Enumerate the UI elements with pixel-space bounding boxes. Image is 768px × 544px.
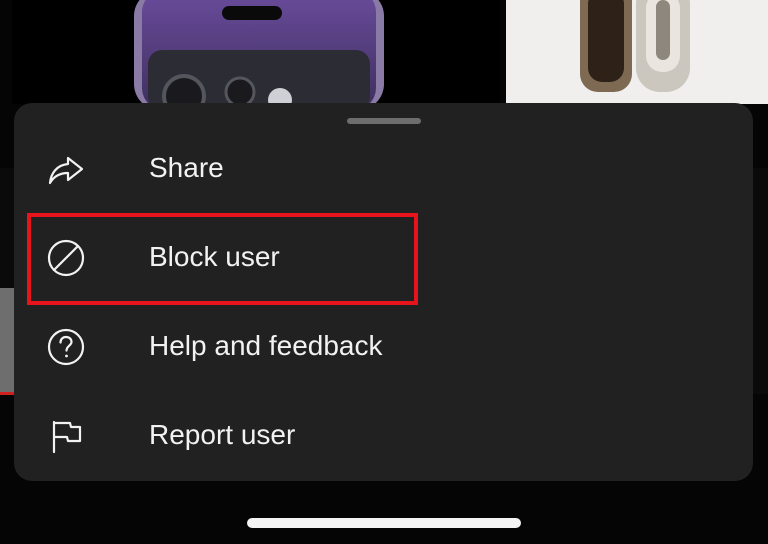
menu-item-label: Block user	[149, 241, 280, 272]
block-icon	[46, 238, 86, 278]
product-thumbnail-watch[interactable]	[506, 0, 768, 104]
watch-product-image	[580, 0, 690, 92]
phone-product-image	[134, 0, 384, 118]
options-bottom-sheet: Share Block user Help and feedback Repor…	[14, 103, 753, 481]
flag-icon	[46, 416, 86, 456]
menu-item-block-user[interactable]: Block user	[14, 214, 753, 300]
menu-item-label: Help and feedback	[149, 330, 383, 361]
menu-item-help-feedback[interactable]: Help and feedback	[14, 303, 753, 389]
screen: Share Block user Help and feedback Repor…	[0, 0, 768, 544]
share-icon	[46, 149, 86, 189]
home-indicator[interactable]	[247, 518, 521, 528]
menu-item-label: Share	[149, 152, 224, 183]
help-icon	[46, 327, 86, 367]
menu-item-label: Report user	[149, 419, 296, 450]
menu-item-share[interactable]: Share	[14, 125, 753, 211]
product-thumbnail-phone[interactable]	[12, 0, 500, 118]
sheet-drag-handle[interactable]	[347, 118, 421, 124]
menu-item-report-user[interactable]: Report user	[14, 392, 753, 478]
